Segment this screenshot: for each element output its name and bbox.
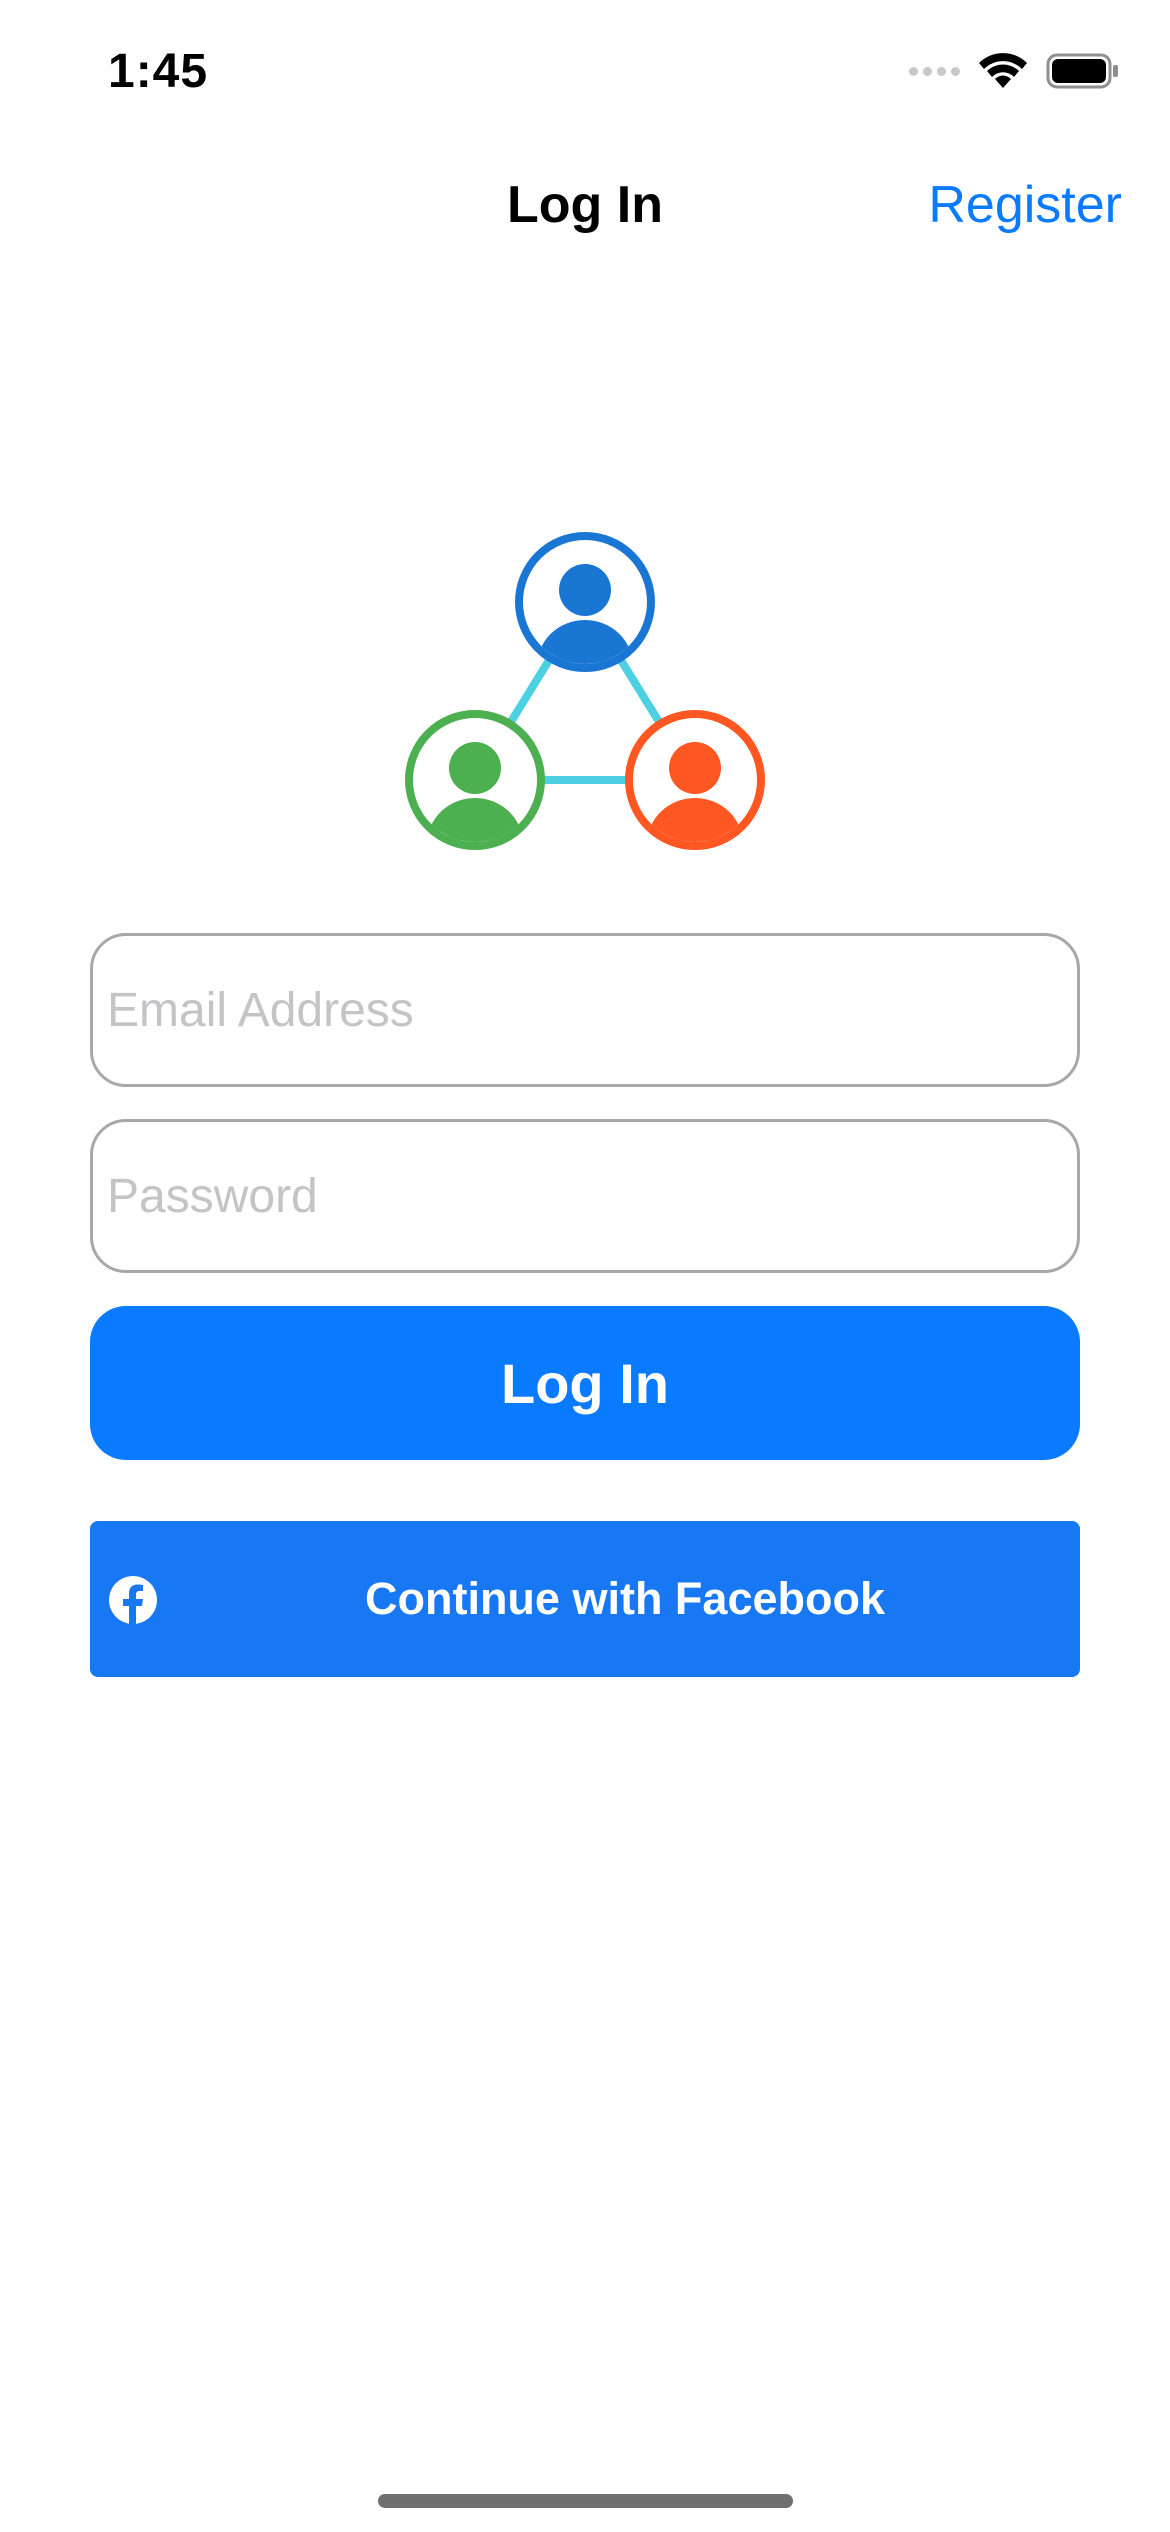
password-field[interactable]	[93, 1122, 1077, 1270]
email-field[interactable]	[93, 936, 1077, 1084]
password-field-container	[90, 1119, 1080, 1273]
people-network-icon	[405, 532, 765, 850]
facebook-button-label: Continue with Facebook	[364, 1573, 885, 1624]
cellular-signal-icon	[909, 66, 960, 76]
login-button-label: Log In	[501, 1351, 669, 1415]
status-icons	[909, 52, 1120, 90]
facebook-login-button[interactable]: Continue with Facebook	[90, 1521, 1080, 1677]
register-button[interactable]: Register	[928, 175, 1122, 235]
login-button[interactable]: Log In	[90, 1306, 1080, 1460]
status-time: 1:45	[108, 45, 209, 98]
email-field-container	[90, 933, 1080, 1087]
status-bar: 1:45	[0, 0, 1170, 150]
wifi-icon	[979, 53, 1027, 88]
home-indicator[interactable]	[378, 2494, 793, 2508]
facebook-icon	[109, 1576, 157, 1625]
battery-icon	[1046, 53, 1118, 89]
